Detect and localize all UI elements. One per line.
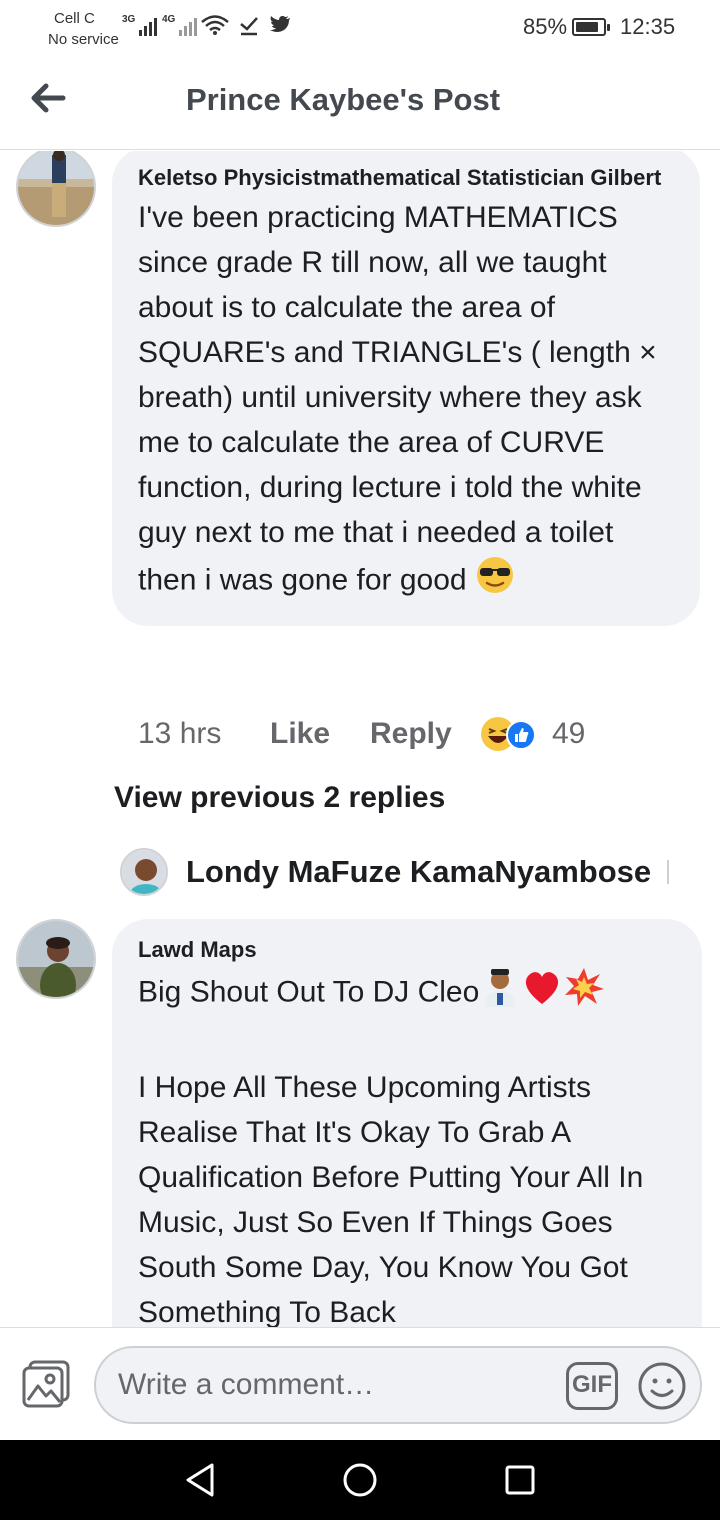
collision-emoji: [563, 967, 605, 1020]
smiley-icon: [638, 1362, 686, 1410]
signal-strength-icon-2: 4G: [162, 14, 198, 36]
avatar[interactable]: [120, 848, 168, 896]
like-button[interactable]: Like: [270, 717, 370, 751]
signal-2-label: 4G: [162, 14, 176, 25]
twitter-icon: [270, 16, 290, 32]
comment-time[interactable]: 13 hrs: [138, 717, 270, 751]
nav-back-button[interactable]: [180, 1460, 220, 1500]
comment-body: I Hope All These Upcoming Artists Realis…: [138, 1071, 644, 1327]
reaction-count[interactable]: 49: [552, 717, 585, 751]
signal-strength-icon-1: 3G: [122, 14, 158, 36]
app-header: Prince Kaybee's Post: [0, 56, 720, 150]
emoji-button[interactable]: [636, 1360, 688, 1412]
reply-button[interactable]: Reply: [370, 717, 480, 751]
view-previous-replies-link[interactable]: View previous 2 replies: [114, 781, 445, 815]
comment-composer: Write a comment… GIF: [0, 1327, 720, 1440]
carrier-name: Cell C: [54, 10, 95, 27]
status-icons: [200, 14, 292, 36]
comment-input[interactable]: Write a comment… GIF: [94, 1346, 702, 1424]
photo-button[interactable]: [20, 1358, 72, 1410]
avatar[interactable]: [16, 919, 96, 999]
carrier-status: No service: [48, 31, 119, 48]
sunglasses-emoji: [475, 555, 515, 608]
carrier-info: Cell C No service: [48, 8, 119, 50]
comment-bubble[interactable]: Lawd Maps Big Shout Out To DJ Cleo I Hop…: [112, 919, 702, 1327]
battery-icon: [572, 18, 610, 36]
comment-body: I've been practicing MATHEMATICS since g…: [138, 201, 657, 597]
person-emoji: [479, 967, 521, 1020]
clock: 12:35: [620, 14, 676, 39]
comment-author[interactable]: Lawd Maps: [138, 933, 678, 967]
avatar-photo: [18, 921, 94, 997]
page-title: Prince Kaybee's Post: [185, 82, 501, 117]
avatar-photo: [122, 850, 166, 894]
avatar-photo: [18, 151, 94, 225]
comment-first-line: Big Shout Out To DJ Cleo: [138, 975, 480, 1009]
comment-text: Big Shout Out To DJ Cleo I Hope All Thes…: [138, 967, 678, 1327]
comment-input-placeholder: Write a comment…: [118, 1368, 375, 1401]
comment-text: I've been practicing MATHEMATICS since g…: [138, 195, 676, 608]
comment-bubble[interactable]: Keletso Physicistmathematical Statistici…: [112, 151, 700, 626]
nav-home-button[interactable]: [340, 1460, 380, 1500]
square-recents-icon: [505, 1465, 535, 1495]
nav-recents-button[interactable]: [500, 1460, 540, 1500]
like-reaction-icon: [506, 720, 536, 750]
reply-author[interactable]: Londy MaFuze KamaNyambose: [186, 854, 651, 890]
red-heart-emoji: [521, 967, 563, 1020]
reply-preview[interactable]: Londy MaFuze KamaNyambose: [120, 848, 670, 896]
circle-home-icon: [343, 1463, 377, 1497]
download-done-icon: [240, 17, 258, 36]
signal-1-label: 3G: [122, 14, 136, 25]
triangle-back-icon: [186, 1463, 214, 1497]
status-bar: Cell C No service 3G 4G 85% 12:35: [0, 0, 720, 56]
battery-percent: 85%: [523, 14, 568, 39]
comments-list[interactable]: Keletso Physicistmathematical Statistici…: [0, 151, 720, 1327]
wifi-icon: [201, 15, 229, 35]
battery-fill: [576, 22, 598, 32]
reactions[interactable]: [480, 714, 544, 754]
system-navigation-bar: [0, 1440, 720, 1520]
photo-icon: [22, 1360, 70, 1408]
gif-button[interactable]: GIF: [566, 1362, 618, 1410]
text-cursor: [667, 860, 670, 884]
comment-meta: 13 hrs Like Reply 49: [138, 711, 585, 757]
avatar[interactable]: [16, 151, 96, 227]
comment-author[interactable]: Keletso Physicistmathematical Statistici…: [138, 161, 676, 195]
